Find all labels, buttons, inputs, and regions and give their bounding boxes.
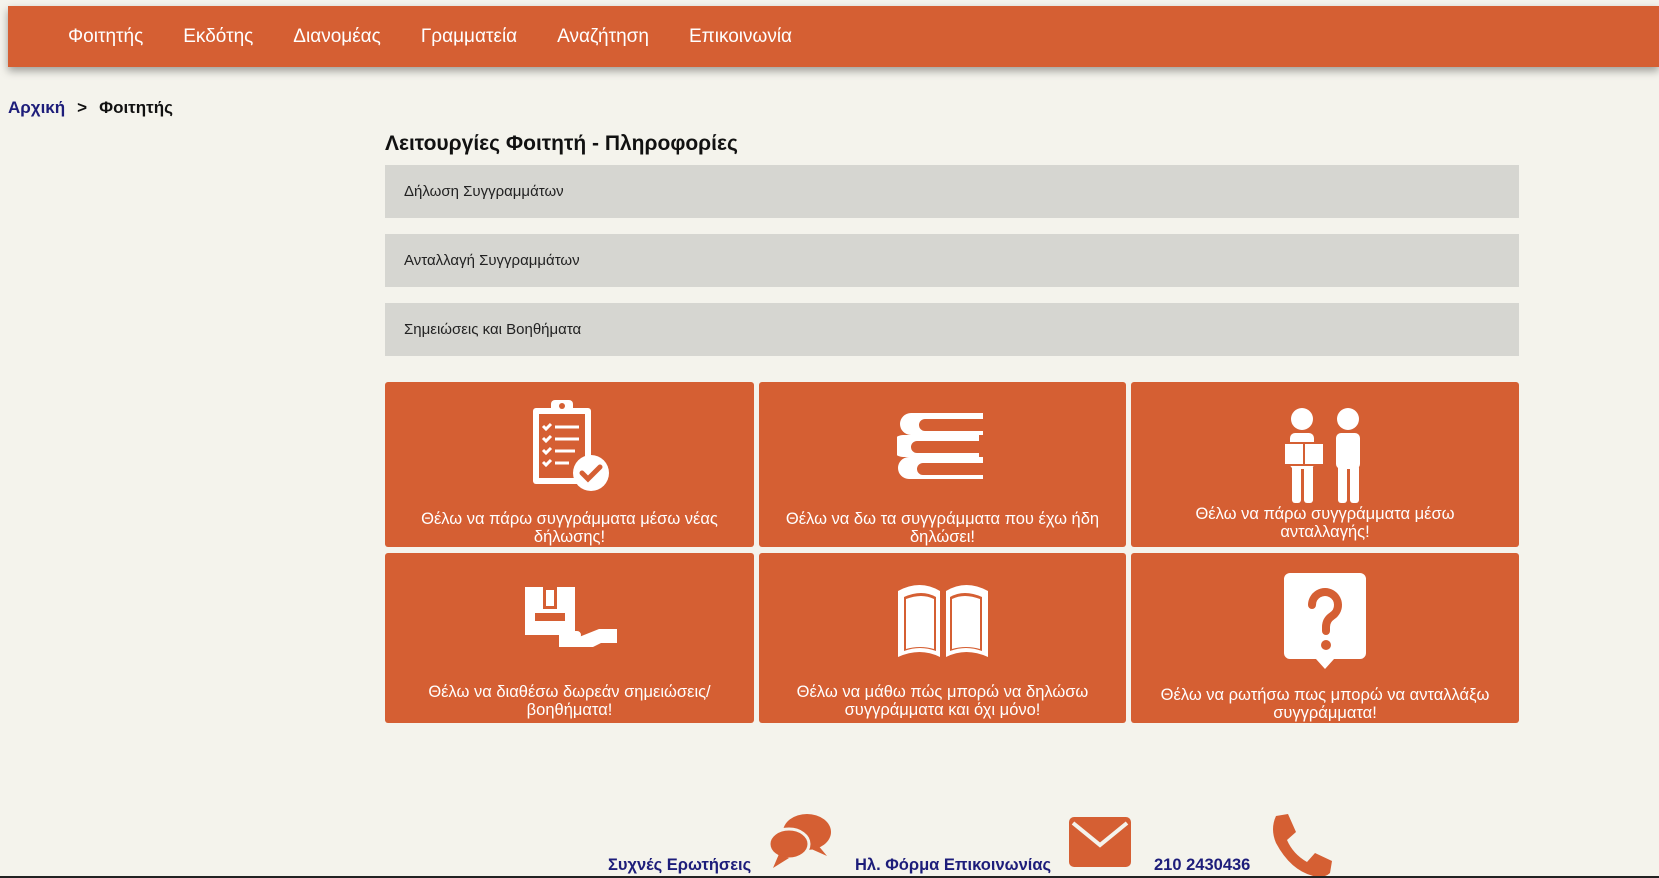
- chat-bubbles-icon[interactable]: [767, 814, 831, 875]
- footer-phone[interactable]: 210 2430436: [1154, 856, 1250, 875]
- nav-item-student[interactable]: Φοιτητής: [68, 26, 143, 48]
- hand-box-icon: [523, 585, 617, 654]
- nav-item-search[interactable]: Αναζήτηση: [557, 26, 649, 48]
- tile-exchange[interactable]: Θέλω να πάρω συγγράμματα μέσω ανταλλαγής…: [1131, 382, 1519, 547]
- tile-how-to-declare[interactable]: Θέλω να μάθω πώς μπορώ να δηλώσω συγγράμ…: [759, 553, 1126, 723]
- accordion-item-exchange[interactable]: Ανταλλαγή Συγγραμμάτων: [385, 234, 1519, 287]
- tile-label: Θέλω να διαθέσω δωρεάν σημειώσεις/ βοηθή…: [428, 683, 711, 719]
- question-bubble-icon: [1282, 571, 1368, 676]
- open-book-icon: [896, 581, 990, 664]
- nav-item-distributor[interactable]: Διανομέας: [293, 26, 381, 48]
- tile-label: Θέλω να ρωτήσω πως μπορώ να ανταλλάξω συ…: [1160, 686, 1490, 722]
- nav-item-secretariat[interactable]: Γραμματεία: [421, 26, 517, 48]
- nav-item-publisher[interactable]: Εκδότης: [183, 26, 253, 48]
- top-nav-bar: Φοιτητής Εκδότης Διανομέας Γραμματεία Αν…: [8, 6, 1659, 67]
- breadcrumb-separator: >: [77, 98, 88, 117]
- page-title: Λειτουργίες Φοιτητή - Πληροφορίες: [385, 132, 738, 155]
- main-nav: Φοιτητής Εκδότης Διανομέας Γραμματεία Αν…: [68, 6, 832, 67]
- accordion-item-declaration[interactable]: Δήλωση Συγγραμμάτων: [385, 165, 1519, 218]
- tile-label: Θέλω να δω τα συγγράμματα που έχω ήδη δη…: [785, 510, 1100, 546]
- tile-new-declaration[interactable]: Θέλω να πάρω συγγράμματα μέσω νέας δήλωσ…: [385, 382, 754, 547]
- tile-donate-notes[interactable]: Θέλω να διαθέσω δωρεάν σημειώσεις/ βοηθή…: [385, 553, 754, 723]
- clipboard-check-icon: [529, 398, 611, 499]
- accordion-item-notes[interactable]: Σημειώσεις και Βοηθήματα: [385, 303, 1519, 356]
- tile-ask-exchange[interactable]: Θέλω να ρωτήσω πως μπορώ να ανταλλάξω συ…: [1131, 553, 1519, 723]
- nav-item-contact[interactable]: Επικοινωνία: [689, 26, 792, 48]
- people-exchange-icon: [1280, 407, 1370, 510]
- breadcrumb: Αρχική > Φοιτητής: [8, 98, 173, 118]
- tile-label: Θέλω να πάρω συγγράμματα μέσω ανταλλαγής…: [1195, 505, 1455, 541]
- footer-contact-form-link[interactable]: Ηλ. Φόρμα Επικοινωνίας: [855, 856, 1051, 875]
- breadcrumb-current: Φοιτητής: [99, 98, 173, 117]
- breadcrumb-home-link[interactable]: Αρχική: [8, 98, 65, 118]
- tile-label: Θέλω να πάρω συγγράμματα μέσω νέας δήλωσ…: [421, 510, 718, 546]
- envelope-icon[interactable]: [1069, 817, 1131, 872]
- tile-view-declared[interactable]: Θέλω να δω τα συγγράμματα που έχω ήδη δη…: [759, 382, 1126, 547]
- phone-icon[interactable]: [1270, 812, 1332, 878]
- tile-label: Θέλω να μάθω πώς μπορώ να δηλώσω συγγράμ…: [796, 683, 1089, 719]
- footer-faq-link[interactable]: Συχνές Ερωτήσεις: [608, 856, 751, 875]
- books-stack-icon: [891, 409, 989, 486]
